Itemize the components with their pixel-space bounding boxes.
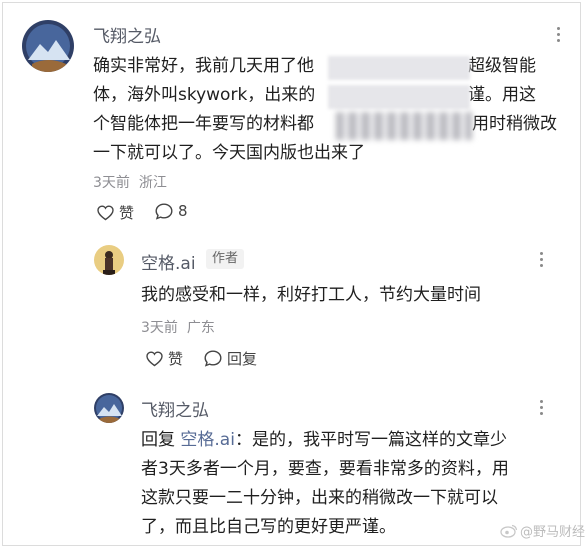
comment-bubble-icon <box>155 202 173 220</box>
comment-text-line-1a: 确实非常好，我前几天用了他 <box>93 56 314 76</box>
reply-prefix: 回复 <box>141 430 175 450</box>
like-button[interactable]: 赞 <box>146 348 183 369</box>
redacted-region <box>328 85 470 109</box>
comment-count-button[interactable]: 8 <box>155 202 188 220</box>
reply-label: 回复 <box>227 350 258 368</box>
author-badge: 作者 <box>206 249 245 269</box>
watermark-text: @野马财经 <box>520 525 585 540</box>
like-button[interactable]: 赞 <box>97 202 134 223</box>
reply-text: 我的感受和一样，利好打工人，节约大量时间 <box>141 285 481 305</box>
reply-text-line-1: 回复 空格.ai：是的，我平时写一篇这样的文章少 <box>141 426 507 455</box>
reply-button[interactable]: 回复 <box>204 348 257 369</box>
reply-time: 3天前 <box>141 320 178 336</box>
avatar[interactable] <box>94 393 124 423</box>
mention-link[interactable]: 空格.ai <box>180 430 235 450</box>
redacted-region <box>328 56 470 80</box>
reply-location: 广东 <box>186 320 215 336</box>
reply-text-line-4: 了，而且比自己写的更好更严谨。 <box>141 517 396 537</box>
comment-text-line-3b: 用时稍微改 <box>472 114 557 134</box>
comment-time: 3天前 <box>93 175 130 191</box>
weibo-logo-icon <box>500 524 518 538</box>
reply-meta: 3天前 广东 <box>141 317 215 337</box>
more-options-icon[interactable] <box>557 27 560 42</box>
like-label: 赞 <box>168 350 184 368</box>
comment-text-line-3a: 个智能体把一年要写的材料都 <box>93 114 314 134</box>
heart-icon <box>97 204 114 220</box>
reply-text-rest: ：是的，我平时写一篇这样的文章少 <box>234 430 507 450</box>
comment-username[interactable]: 飞翔之弘 <box>93 22 161 47</box>
comment-text-line-4: 一下就可以了。今天国内版也出来了 <box>93 143 365 163</box>
more-options-icon[interactable] <box>540 400 543 415</box>
reply-text-line-2: 者3天多者一个月，要查，要看非常多的资料，用 <box>141 459 509 479</box>
redacted-region <box>336 112 472 140</box>
comment-text-line-1b: 超级智能 <box>468 56 536 76</box>
reply-username[interactable]: 空格.ai <box>141 249 196 274</box>
comment-text-line-2a: 体，海外叫skywork，出来的 <box>93 85 316 105</box>
comment-meta: 3天前 浙江 <box>93 172 167 192</box>
more-options-icon[interactable] <box>540 252 543 267</box>
heart-icon <box>146 350 163 366</box>
avatar[interactable] <box>22 20 74 72</box>
watermark: @野马财经 <box>500 521 585 540</box>
reply-username[interactable]: 飞翔之弘 <box>141 396 209 421</box>
comment-text-line-2b: 谨。用这 <box>468 85 536 105</box>
reply-text-line-3: 这款只要一二十分钟，出来的稍微改一下就可以 <box>141 488 498 508</box>
comment-count: 8 <box>178 202 188 220</box>
comment-location: 浙江 <box>138 175 167 191</box>
comment-bubble-icon <box>204 350 222 367</box>
avatar[interactable] <box>94 245 124 275</box>
like-label: 赞 <box>119 204 135 222</box>
